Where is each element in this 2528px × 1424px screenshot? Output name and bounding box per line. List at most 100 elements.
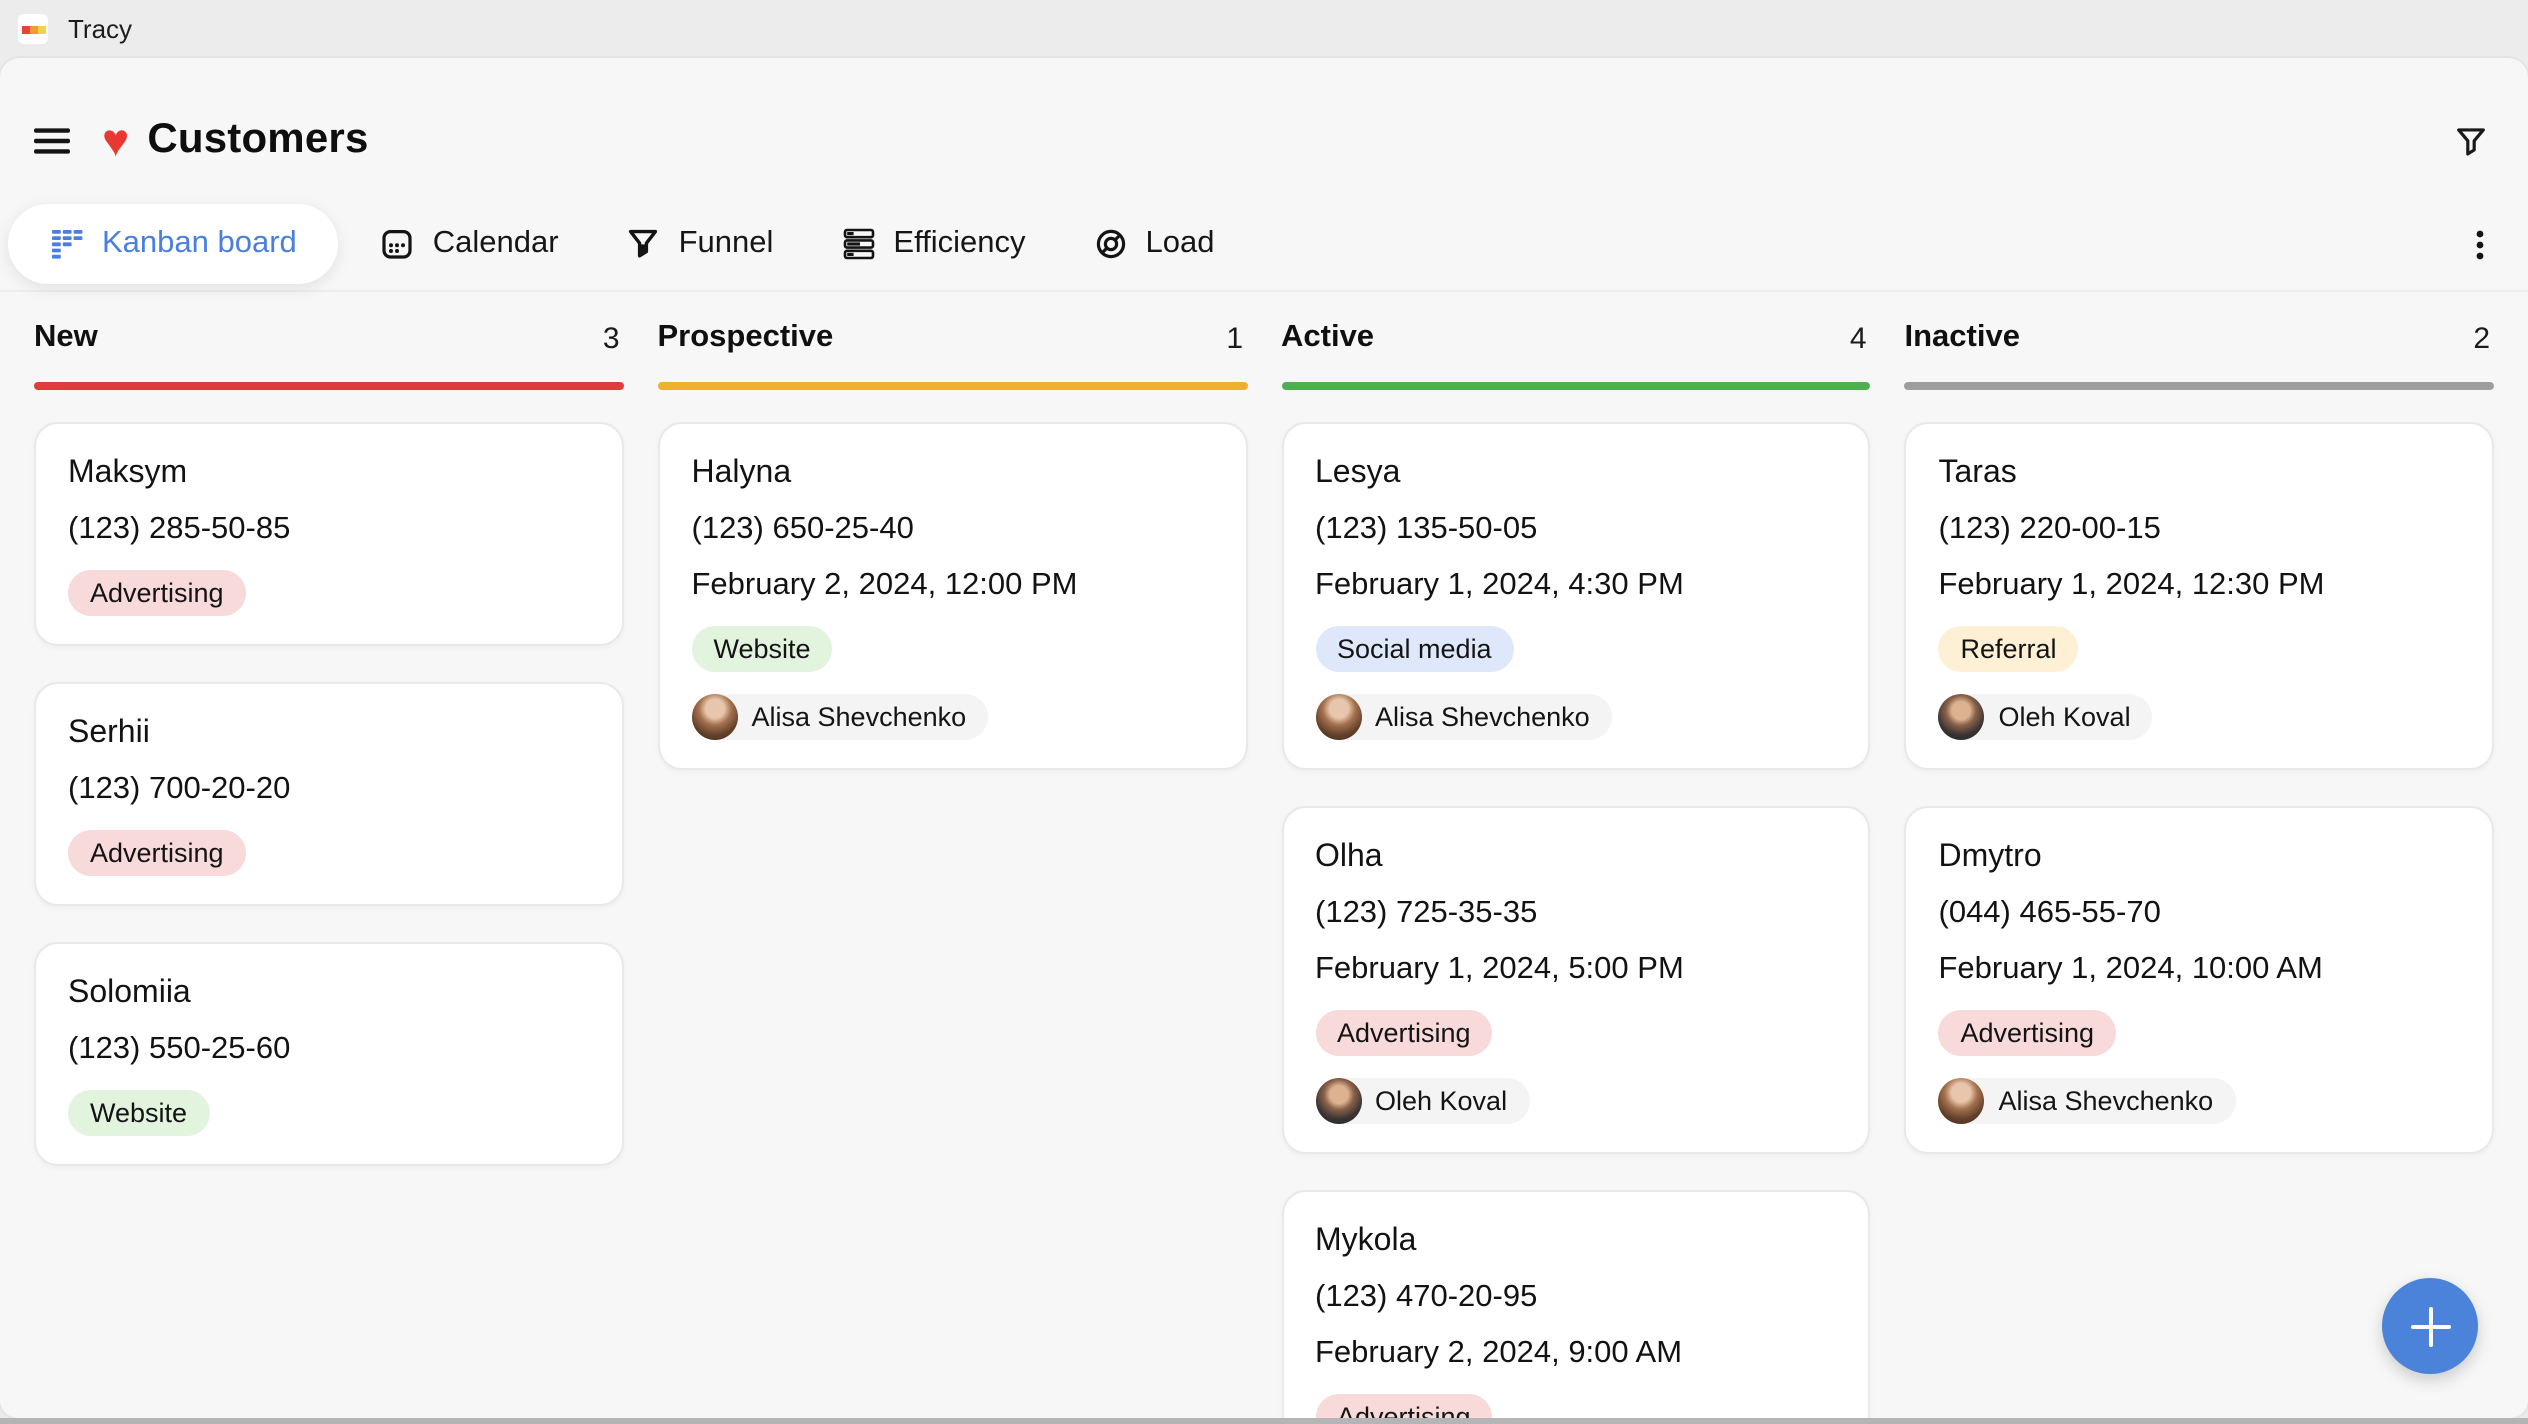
source-tag: Advertising — [1939, 1009, 2117, 1055]
customer-datetime: February 1, 2024, 10:00 AM — [1939, 949, 2323, 989]
column-header: Active 4 — [1281, 320, 1871, 356]
tab-label: Efficiency — [893, 226, 1025, 262]
column-color-bar — [1905, 382, 2495, 389]
avatar — [1315, 693, 1361, 739]
customer-datetime: February 1, 2024, 12:30 PM — [1939, 565, 2325, 605]
column-cards: Halyna(123) 650-25-40February 2, 2024, 1… — [658, 421, 1248, 769]
assignee-name: Alisa Shevchenko — [1375, 701, 1590, 731]
customer-card[interactable]: Mykola (123) 470-20-95 February 2, 2024, 9… — [1281, 1189, 1871, 1418]
avatar — [692, 693, 738, 739]
calendar-icon — [381, 228, 415, 260]
page-title: Customers — [147, 116, 368, 164]
customer-datetime: February 2, 2024, 9:00 AM — [1315, 1333, 1682, 1373]
assignee-chip: Alisa Shevchenko — [1939, 1077, 2236, 1123]
board-column-prospective: Prospective1Halyna(123) 650-25-40Februar… — [658, 320, 1248, 1418]
customer-card[interactable]: Halyna(123) 650-25-40February 2, 2024, 1… — [658, 421, 1248, 769]
column-header: Prospective 1 — [658, 320, 1248, 356]
source-tag: Advertising — [1315, 1009, 1493, 1055]
customer-name: Taras — [1939, 453, 2017, 493]
tab-efficiency[interactable]: Efficiency — [807, 204, 1059, 284]
kanban-board: New3Maksym(123) 285-50-85AdvertisingSerh… — [0, 292, 2528, 1418]
source-tag: Website — [68, 1089, 209, 1135]
tab-label: Load — [1146, 226, 1215, 262]
customer-datetime: February 1, 2024, 4:30 PM — [1315, 565, 1684, 605]
customer-phone: (044) 465-55-70 — [1939, 893, 2161, 933]
customer-name: Olha — [1315, 837, 1383, 877]
plus-icon — [2407, 1303, 2453, 1349]
assignee-chip: Oleh Koval — [1939, 693, 2153, 739]
column-cards: Lesya(123) 135-50-05February 1, 2024, 4:… — [1281, 421, 1871, 1418]
assignee-name: Oleh Koval — [1999, 701, 2131, 731]
tab-load[interactable]: Load — [1060, 204, 1249, 284]
column-count: 3 — [603, 321, 620, 355]
window-bottom-edge — [0, 1418, 2528, 1424]
column-name: Active — [1281, 320, 1374, 356]
browser-tab-title: Tracy — [68, 14, 132, 44]
avatar — [1315, 1077, 1361, 1123]
view-tabs: Kanban board Calendar Funnel Efficiency Load — [0, 192, 2528, 284]
column-header: Inactive2 — [1905, 320, 2495, 356]
column-color-bar — [658, 382, 1248, 389]
column-count: 4 — [1850, 321, 1867, 355]
hamburger-menu-icon[interactable] — [32, 123, 72, 157]
customer-phone: (123) 700-20-20 — [68, 769, 290, 809]
source-tag: Referral — [1939, 625, 2079, 671]
source-tag: Advertising — [68, 569, 246, 615]
tab-kanban-board[interactable]: Kanban board — [8, 204, 339, 284]
app-header: ♥ Customers — [0, 58, 2528, 192]
customer-phone: (123) 470-20-95 — [1315, 1277, 1537, 1317]
browser-tab-bar: Tracy — [0, 0, 2528, 58]
tab-label: Kanban board — [102, 226, 297, 262]
customer-name: Halyna — [692, 453, 792, 493]
customer-phone: (123) 220-00-15 — [1939, 509, 2161, 549]
customer-name: Serhii — [68, 713, 150, 753]
customer-card[interactable]: Lesya(123) 135-50-05February 1, 2024, 4:… — [1281, 421, 1871, 769]
funnel-icon — [627, 228, 661, 260]
board-column-active: Active 4 Lesya(123) 135-50-05February 1, 2… — [1281, 320, 1871, 1418]
assignee-chip: Alisa Shevchenko — [1315, 693, 1612, 739]
assignee-name: Alisa Shevchenko — [752, 701, 967, 731]
customer-card[interactable]: Dmytro (044) 465-55-70 February 1, 2024, 1… — [1905, 805, 2495, 1153]
customer-name: Mykola — [1315, 1221, 1416, 1261]
customer-datetime: February 1, 2024, 5:00 PM — [1315, 949, 1684, 989]
column-count: 2 — [2473, 321, 2490, 355]
app-window: ♥ Customers Kanban board Calendar Funnel Ef… — [0, 58, 2528, 1418]
kebab-menu-icon[interactable] — [2464, 227, 2496, 261]
customer-phone: (123) 650-25-40 — [692, 509, 914, 549]
customer-card[interactable]: Solomiia(123) 550-25-60Website — [34, 941, 624, 1165]
screen: Tracy ♥ Customers Kanban board Calendar Fu… — [0, 0, 2528, 1424]
column-color-bar — [1281, 382, 1871, 389]
assignee-name: Alisa Shevchenko — [1999, 1085, 2214, 1115]
customer-name: Dmytro — [1939, 837, 2042, 877]
customer-phone: (123) 725-35-35 — [1315, 893, 1537, 933]
column-name: Prospective — [658, 320, 834, 356]
avatar — [1939, 1077, 1985, 1123]
customer-phone: (123) 285-50-85 — [68, 509, 290, 549]
customer-card[interactable]: Maksym (123) 285-50-85 Advertising — [34, 421, 624, 645]
tab-calendar[interactable]: Calendar — [347, 204, 593, 284]
board-column-new: New3Maksym(123) 285-50-85AdvertisingSerh… — [34, 320, 624, 1418]
column-count: 1 — [1226, 321, 1243, 355]
customer-name: Maksym — [68, 453, 187, 493]
tab-label: Funnel — [679, 226, 774, 262]
assignee-chip: Oleh Koval — [1315, 1077, 1529, 1123]
tracy-logo-icon — [18, 14, 48, 44]
source-tag: Website — [692, 625, 833, 671]
load-icon — [1094, 228, 1128, 260]
assignee-chip: Alisa Shevchenko — [692, 693, 989, 739]
tab-label: Calendar — [433, 226, 559, 262]
customer-card[interactable]: Taras (123) 220-00-15 February 1, 2024, 12… — [1905, 421, 2495, 769]
source-tag: Advertising — [68, 829, 246, 875]
customer-card[interactable]: Olha (123) 725-35-35 February 1, 2024, 5:0… — [1281, 805, 1871, 1153]
filter-funnel-icon[interactable] — [2454, 123, 2488, 157]
source-tag: Advertising — [1315, 1393, 1493, 1418]
tabs-container: Kanban board Calendar Funnel Efficiency Load — [8, 204, 1249, 284]
tab-funnel[interactable]: Funnel — [593, 204, 808, 284]
customer-name: Lesya — [1315, 453, 1400, 493]
customer-phone: (123) 550-25-60 — [68, 1029, 290, 1069]
column-color-bar — [34, 382, 624, 389]
column-header: New3 — [34, 320, 624, 356]
add-customer-button[interactable] — [2382, 1278, 2478, 1374]
customer-card[interactable]: Serhii (123) 700-20-20 Advertising — [34, 681, 624, 905]
kanban-icon — [50, 228, 84, 260]
